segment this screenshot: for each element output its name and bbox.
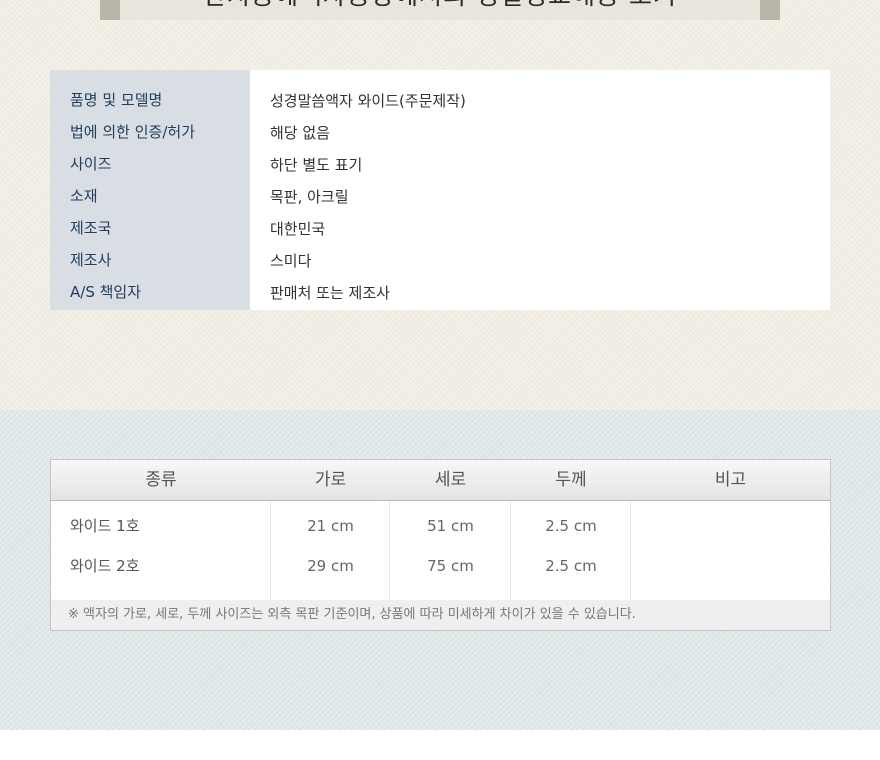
info-value: 대한민국 (270, 220, 326, 238)
info-label: 사이즈 (70, 155, 112, 173)
product-info-table: 품명 및 모델명 성경말씀액자 와이드(주문제작) 법에 의한 인증/허가 해당… (50, 70, 830, 310)
info-row: 법에 의한 인증/허가 해당 없음 (50, 110, 830, 142)
size-table-header: 종류 가로 세로 두께 비고 (51, 460, 830, 501)
header-thickness: 두께 (555, 470, 587, 490)
table-row: 와이드 1호 21 cm 51 cm 2.5 cm (51, 506, 830, 546)
info-label: 품명 및 모델명 (70, 91, 163, 109)
size-footnote: ※ 액자의 가로, 세로, 두께 사이즈는 외측 목판 기준이며, 상품에 따라… (51, 600, 830, 630)
cell-width: 29 cm (307, 557, 354, 575)
info-row: 사이즈 하단 별도 표기 (50, 142, 830, 174)
header-height: 세로 (434, 470, 467, 490)
table-row: 와이드 2호 29 cm 75 cm 2.5 cm (51, 546, 830, 586)
product-info-section: 한지공예액자공방에서의 정밀정교해공 보기 품명 및 모델명 성경말씀액자 와이… (0, 0, 880, 410)
info-label: 법에 의한 인증/허가 (70, 123, 195, 141)
header-type: 종류 (145, 470, 177, 490)
cell-width: 21 cm (307, 517, 354, 535)
header-note: 비고 (714, 470, 747, 490)
info-label: 소재 (70, 187, 98, 205)
info-value: 해당 없음 (270, 124, 330, 142)
info-value: 스미다 (270, 252, 312, 270)
info-label: 제조국 (70, 219, 112, 237)
size-table: 종류 가로 세로 두께 비고 와이드 1호 21 cm 51 cm 2.5 cm… (50, 459, 831, 631)
info-value: 하단 별도 표기 (270, 156, 363, 174)
cell-thickness: 2.5 cm (545, 517, 597, 535)
info-value: 성경말씀액자 와이드(주문제작) (270, 92, 466, 110)
banner-frame: 한지공예액자공방에서의 정밀정교해공 보기 (100, 0, 780, 20)
cell-type: 와이드 2호 (70, 557, 140, 575)
info-value: 판매처 또는 제조사 (270, 284, 390, 302)
header-width: 가로 (314, 470, 347, 490)
size-footnote-text: ※ 액자의 가로, 세로, 두께 사이즈는 외측 목판 기준이며, 상품에 따라… (68, 607, 636, 622)
info-row: 소재 목판, 아크릴 (50, 174, 830, 206)
size-section: 종류 가로 세로 두께 비고 와이드 1호 21 cm 51 cm 2.5 cm… (0, 410, 880, 730)
info-row: 품명 및 모델명 성경말씀액자 와이드(주문제작) (50, 78, 830, 110)
info-value: 목판, 아크릴 (270, 188, 349, 206)
info-label: 제조사 (70, 251, 112, 269)
info-row: 제조사 스미다 (50, 238, 830, 270)
cell-height: 75 cm (427, 557, 474, 575)
banner-title: 한지공예액자공방에서의 정밀정교해공 보기 (120, 0, 760, 12)
cell-note (631, 506, 830, 546)
cell-note (631, 546, 830, 586)
banner-inner: 한지공예액자공방에서의 정밀정교해공 보기 (120, 0, 760, 20)
info-label: A/S 책임자 (70, 283, 142, 301)
cell-height: 51 cm (427, 517, 474, 535)
info-row: A/S 책임자 판매처 또는 제조사 (50, 270, 830, 302)
cell-type: 와이드 1호 (70, 517, 140, 535)
cell-thickness: 2.5 cm (545, 557, 597, 575)
info-row: 제조국 대한민국 (50, 206, 830, 238)
